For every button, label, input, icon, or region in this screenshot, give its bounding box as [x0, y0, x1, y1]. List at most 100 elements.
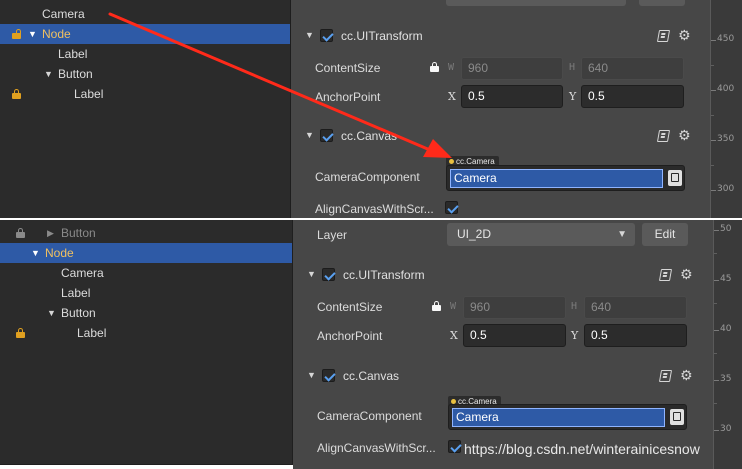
layer-select[interactable]: UI_2D ▼ — [447, 223, 635, 246]
ruler-tick — [714, 380, 719, 381]
canvas-enabled-checkbox[interactable] — [320, 129, 333, 142]
camera-component-label: CameraComponent — [315, 170, 420, 184]
chevron-down-icon[interactable]: ▼ — [307, 269, 316, 279]
chevron-down-icon[interactable]: ▼ — [44, 64, 53, 84]
chevron-down-icon[interactable]: ▼ — [31, 243, 40, 263]
lock-icon[interactable] — [16, 328, 25, 338]
anchor-y-field[interactable]: 0.5 — [584, 324, 687, 347]
tree-item-label[interactable]: Label — [0, 44, 290, 64]
top-screenshot-panel: Camera ▼ Node Label ▼ Button Label ▼ cc.… — [0, 0, 742, 218]
height-axis-label: H — [571, 301, 578, 312]
ruler-tick-label: 50 — [720, 224, 732, 234]
gear-icon[interactable]: ⚙ — [678, 28, 691, 42]
help-book-icon[interactable] — [656, 130, 671, 142]
anchor-y-field[interactable]: 0.5 — [581, 85, 684, 108]
content-size-label: ContentSize — [315, 61, 381, 75]
width-field[interactable]: 960 — [461, 57, 563, 80]
ruler-tick — [711, 90, 716, 91]
chevron-down-icon[interactable]: ▼ — [305, 30, 314, 40]
ruler-tick-label: 450 — [717, 34, 735, 44]
edit-button[interactable] — [639, 0, 685, 6]
tree-item-button[interactable]: ▼ Button — [0, 303, 292, 323]
tree-item-node[interactable]: ▼ Node — [0, 24, 290, 44]
tree-item-label: Label — [61, 286, 91, 300]
lock-icon[interactable] — [16, 228, 25, 238]
ruler-tick-label: 350 — [717, 134, 735, 144]
tree-item-button[interactable]: ▼ Button — [0, 64, 290, 84]
ruler-minor-tick — [711, 115, 714, 116]
ruler-minor-tick — [714, 303, 717, 304]
tree-item-label[interactable]: Label — [0, 84, 290, 104]
help-book-icon[interactable] — [658, 370, 673, 382]
align-canvas-label: AlignCanvasWithScr... — [317, 441, 436, 455]
help-book-icon[interactable] — [658, 269, 673, 281]
canvas-enabled-checkbox[interactable] — [322, 369, 335, 382]
uitransform-header[interactable]: ▼ cc.UITransform ⚙ — [291, 24, 710, 48]
ruler-tick — [714, 330, 719, 331]
anchor-x-axis-label: X — [448, 90, 456, 103]
tree-item-label: Camera — [61, 266, 104, 280]
chevron-down-icon[interactable]: ▼ — [305, 130, 314, 140]
ruler-tick-label: 30 — [720, 424, 732, 434]
component-title: cc.UITransform — [343, 268, 425, 282]
height-field[interactable]: 640 — [584, 296, 687, 319]
tree-item-label: Node — [45, 246, 74, 260]
edit-button[interactable]: Edit — [642, 223, 688, 246]
component-title: cc.Canvas — [343, 369, 400, 383]
chevron-down-icon[interactable]: ▼ — [28, 24, 37, 44]
component-title: cc.UITransform — [341, 29, 423, 43]
lock-icon[interactable] — [432, 301, 441, 311]
chevron-down-icon[interactable]: ▼ — [47, 303, 56, 323]
picker-icon[interactable] — [668, 170, 682, 186]
uitransform-header[interactable]: ▼ cc.UITransform ⚙ — [293, 263, 713, 287]
scene-ruler: 450 400 350 300 — [710, 0, 742, 218]
height-axis-label: H — [569, 62, 576, 73]
lock-open-icon[interactable] — [12, 29, 21, 39]
help-book-icon[interactable] — [656, 30, 671, 42]
picker-icon[interactable] — [670, 409, 684, 425]
camera-component-field[interactable]: Camera — [448, 404, 687, 430]
lock-icon[interactable] — [12, 89, 21, 99]
gear-icon[interactable]: ⚙ — [680, 368, 693, 382]
chevron-down-icon[interactable]: ▼ — [307, 370, 316, 380]
ruler-tick-label: 40 — [720, 324, 732, 334]
tree-item-camera[interactable]: Camera — [0, 4, 290, 24]
camera-reference-value[interactable]: Camera — [450, 169, 663, 188]
tree-item-button[interactable]: ▶ Button — [0, 223, 292, 243]
tree-item-label: Camera — [42, 7, 85, 21]
inspector-panel: ▼ cc.UITransform ⚙ ContentSize W 960 H 6… — [290, 0, 710, 218]
scene-ruler: 50 45 40 35 30 — [713, 220, 742, 469]
anchor-x-field[interactable]: 0.5 — [461, 85, 563, 108]
watermark-text: https://blog.csdn.net/winterainicesnow — [464, 441, 700, 457]
anchor-x-field[interactable]: 0.5 — [463, 324, 566, 347]
canvas-header[interactable]: ▼ cc.Canvas ⚙ — [291, 124, 710, 148]
tree-item-camera[interactable]: Camera — [0, 263, 292, 283]
camera-reference-value[interactable]: Camera — [452, 408, 665, 427]
tree-item-label[interactable]: Label — [0, 323, 292, 343]
ruler-minor-tick — [714, 403, 717, 404]
uitransform-enabled-checkbox[interactable] — [322, 268, 335, 281]
ruler-minor-tick — [714, 353, 717, 354]
height-field[interactable]: 640 — [581, 57, 684, 80]
camera-component-field[interactable]: Camera — [446, 165, 685, 191]
width-field[interactable]: 960 — [463, 296, 566, 319]
align-canvas-checkbox[interactable] — [448, 440, 461, 453]
gear-icon[interactable]: ⚙ — [680, 267, 693, 281]
align-canvas-checkbox[interactable] — [445, 201, 458, 214]
canvas-header[interactable]: ▼ cc.Canvas ⚙ — [293, 364, 713, 388]
anchor-y-axis-label: Y — [569, 90, 577, 103]
layer-select-value: UI_2D — [457, 227, 492, 241]
uitransform-enabled-checkbox[interactable] — [320, 29, 333, 42]
tree-item-label: Label — [58, 47, 88, 61]
tree-item-node[interactable]: ▼ Node — [0, 243, 292, 263]
anchor-point-label: AnchorPoint — [317, 329, 383, 343]
tree-item-label[interactable]: Label — [0, 283, 292, 303]
layer-select[interactable] — [446, 0, 626, 6]
ruler-minor-tick — [711, 165, 714, 166]
ruler-tick-label: 35 — [720, 374, 732, 384]
chevron-right-icon[interactable]: ▶ — [47, 223, 54, 243]
caret-down-icon: ▼ — [617, 229, 627, 240]
gear-icon[interactable]: ⚙ — [678, 128, 691, 142]
bottom-screenshot-panel: ▶ Button ▼ Node Camera Label ▼ Button La… — [0, 220, 742, 469]
lock-icon[interactable] — [430, 62, 439, 72]
